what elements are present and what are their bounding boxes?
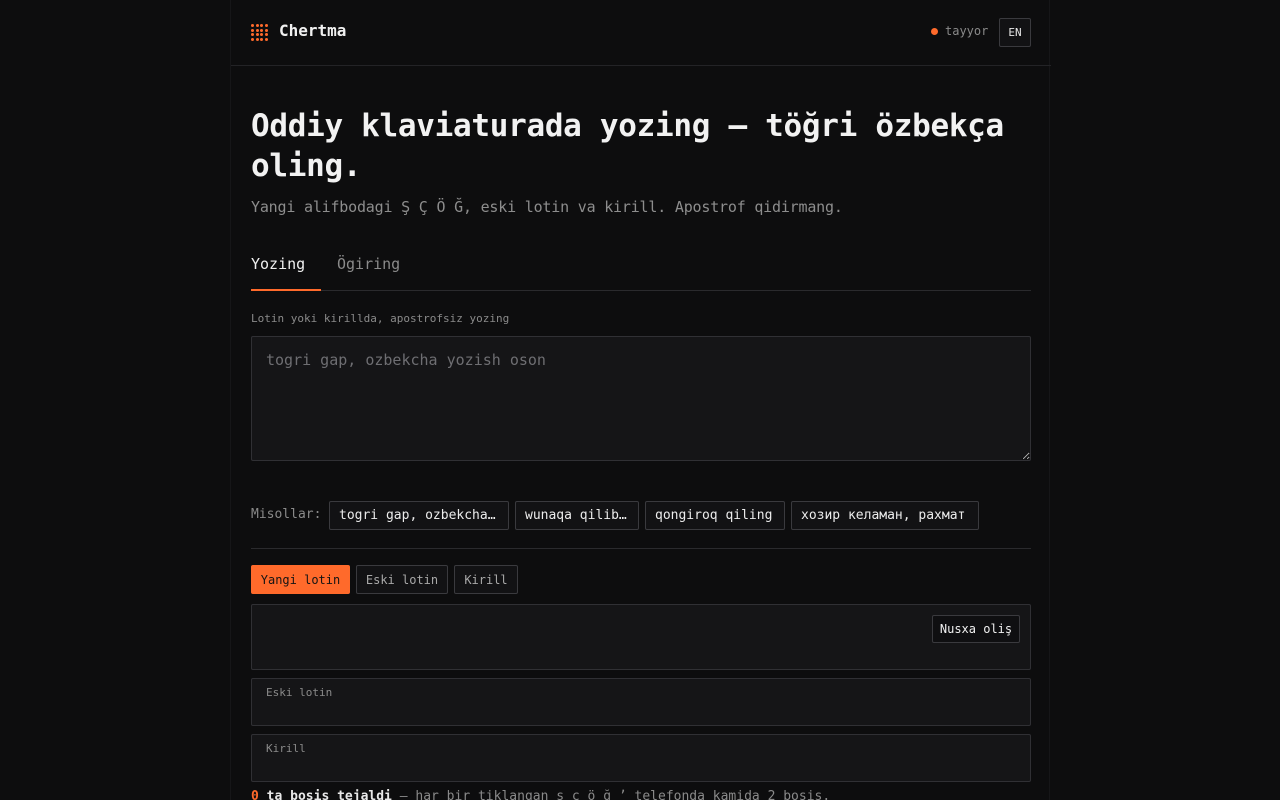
output-mode-old-latin[interactable]: Eski lotin xyxy=(356,565,448,594)
text-input[interactable] xyxy=(251,336,1031,461)
page-subtitle: Yangi alifbodagi Ş Ç Ö Ğ, eski lotin va … xyxy=(251,198,843,216)
app-logo-icon xyxy=(251,24,269,42)
example-chip[interactable]: wunaqa qilib… xyxy=(515,501,639,530)
output-mode-cyrillic[interactable]: Kirill xyxy=(454,565,518,594)
mode-tabs: Yozing Ögiring xyxy=(251,252,1031,291)
keystrokes-saved-line: 0 ta bosis tejaldi — har bir tiklangan ş… xyxy=(251,789,830,800)
output-cyrillic-box: Kirill xyxy=(251,734,1031,782)
page-title: Oddiy klaviaturada yozing — töğri özbekç… xyxy=(251,108,1004,184)
language-button[interactable]: EN xyxy=(999,18,1031,47)
keystrokes-count: 0 xyxy=(251,789,259,800)
tab-ogiring[interactable]: Ögiring xyxy=(337,252,400,290)
example-chip[interactable]: хозир келаман, рахмат xyxy=(791,501,979,530)
example-chip[interactable]: togri gap, ozbekcha… xyxy=(329,501,509,530)
header: Chertma tayyor EN xyxy=(231,0,1051,66)
examples-label: Misollar: xyxy=(251,507,322,522)
page-frame: Chertma tayyor EN Oddiy klaviaturada yoz… xyxy=(230,0,1051,800)
status-text: tayyor xyxy=(945,24,989,38)
output-main-box: Nusxa oliş xyxy=(251,604,1031,670)
app-name: Chertma xyxy=(279,21,347,40)
status-dot-icon xyxy=(931,28,938,35)
output-mode-new-latin[interactable]: Yangi lotin xyxy=(251,565,350,594)
keystrokes-detail: — har bir tiklangan ş ç ö ğ ʼ telefonda … xyxy=(391,789,831,800)
input-label: Lotin yoki kirillda, apostrofsiz yozing xyxy=(251,312,510,325)
divider xyxy=(251,548,1031,549)
copy-button[interactable]: Nusxa oliş xyxy=(932,615,1020,643)
output-old-latin-box: Eski lotin xyxy=(251,678,1031,726)
example-chip[interactable]: qongiroq qiling xyxy=(645,501,785,530)
keystrokes-label: ta bosis tejaldi xyxy=(266,789,392,800)
output-old-latin-label: Eski lotin xyxy=(266,686,333,699)
tab-yozing[interactable]: Yozing xyxy=(251,252,322,291)
output-cyrillic-label: Kirill xyxy=(266,742,306,755)
